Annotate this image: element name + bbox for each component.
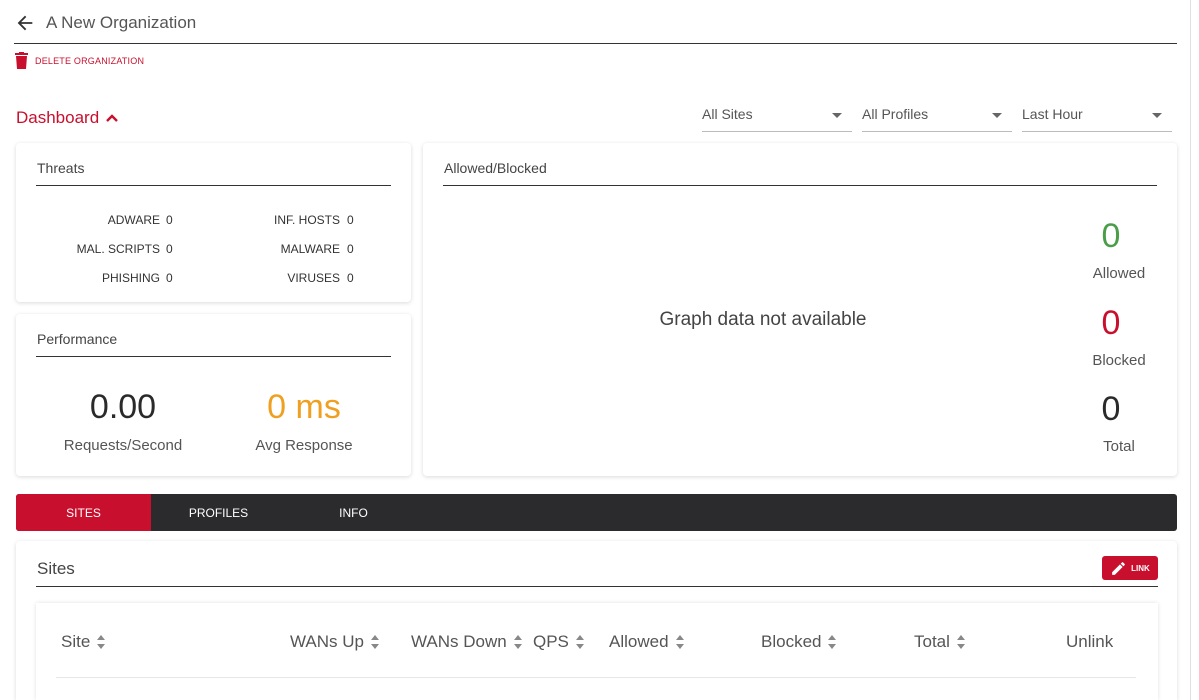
requests-per-second-label: Requests/Second <box>63 437 183 454</box>
delete-organization-button[interactable]: DELETE ORGANIZATION <box>15 52 144 69</box>
threat-value-adware: 0 <box>166 213 173 227</box>
profiles-filter-value: All Profiles <box>862 106 929 122</box>
sort-icon <box>675 635 684 649</box>
threat-label-viruses: VIRUSES <box>287 271 340 285</box>
requests-per-second-value: 0.00 <box>89 388 157 426</box>
threat-label-phishing: PHISHING <box>101 271 160 285</box>
sort-icon <box>371 635 379 649</box>
allowed-count: 0 <box>1101 217 1121 255</box>
sort-icon <box>828 635 837 649</box>
sites-table: Site WANs Up WANs Down QPS Allowed Block… <box>36 603 1158 700</box>
threat-value-phishing: 0 <box>166 271 173 285</box>
column-header-allowed-label: Allowed <box>609 632 669 651</box>
time-filter-value: Last Hour <box>1022 106 1083 122</box>
threat-label-adware: ADWARE <box>107 213 160 227</box>
column-header-wans-up-label: WANs Up <box>290 632 364 651</box>
allowed-blocked-card: Allowed/Blocked Graph data not available… <box>423 143 1177 476</box>
allowed-blocked-rule <box>443 185 1157 186</box>
threats-card: Threats ADWARE 0 INF. HOSTS 0 MAL. SCRIP… <box>16 143 411 302</box>
avg-response-value: 0 ms <box>267 388 341 426</box>
column-header-unlink: Unlink <box>1066 632 1113 652</box>
performance-card: Performance 0.00 Requests/Second 0 ms Av… <box>16 314 411 476</box>
threat-label-mal-scripts: MAL. SCRIPTS <box>76 242 160 256</box>
allowed-label: Allowed <box>1092 265 1146 282</box>
tab-sites[interactable]: SITES <box>16 494 151 531</box>
sort-icon <box>956 635 965 649</box>
sites-card: Sites LINK Site WANs Up WANs Down QPS Al… <box>16 541 1177 700</box>
link-site-button[interactable]: LINK <box>1102 556 1158 580</box>
avg-response-label: Avg Response <box>255 437 353 454</box>
caret-down-icon <box>832 113 842 118</box>
dashboard-toggle[interactable]: Dashboard <box>16 108 119 128</box>
threat-value-inf-hosts: 0 <box>347 213 354 227</box>
column-header-wans-up[interactable]: WANs Up <box>290 632 379 652</box>
table-header-rule <box>56 677 1136 678</box>
column-header-site-label: Site <box>61 632 91 651</box>
delete-organization-label: DELETE ORGANIZATION <box>35 55 145 66</box>
column-header-total[interactable]: Total <box>914 632 965 652</box>
graph-no-data-message: Graph data not available <box>659 309 867 330</box>
page-header: A New Organization DELETE ORGANIZATION <box>0 0 1199 90</box>
threat-label-inf-hosts: INF. HOSTS <box>273 213 340 227</box>
threats-rule <box>36 185 391 186</box>
blocked-count: 0 <box>1101 304 1121 342</box>
time-filter-select[interactable]: Last Hour <box>1022 98 1172 132</box>
column-header-blocked-label: Blocked <box>761 632 822 651</box>
sites-rule <box>36 586 1158 587</box>
sort-icon <box>513 635 522 649</box>
column-header-total-label: Total <box>914 632 950 651</box>
tab-bar: SITES PROFILES INFO <box>16 494 1177 531</box>
tab-info[interactable]: INFO <box>286 494 421 531</box>
threat-value-viruses: 0 <box>347 271 354 285</box>
allowed-blocked-title: Allowed/Blocked <box>444 160 547 176</box>
caret-down-icon <box>992 113 1002 118</box>
column-header-site[interactable]: Site <box>61 632 106 652</box>
page-title: A New Organization <box>46 13 197 32</box>
sites-filter-value: All Sites <box>702 106 753 122</box>
performance-rule <box>36 356 391 357</box>
dashboard-label: Dashboard <box>16 108 100 127</box>
scrollbar-track[interactable] <box>1190 0 1199 700</box>
profiles-filter-select[interactable]: All Profiles <box>862 98 1012 132</box>
column-header-qps[interactable]: QPS <box>533 632 584 652</box>
sites-title: Sites <box>37 559 75 578</box>
tab-profiles[interactable]: PROFILES <box>151 494 286 531</box>
performance-title: Performance <box>37 331 118 347</box>
threats-title: Threats <box>37 160 85 176</box>
title-underline <box>14 43 1177 44</box>
total-count: 0 <box>1101 390 1121 428</box>
threat-label-malware: MALWARE <box>280 242 340 256</box>
chevron-up-icon <box>106 114 119 122</box>
pencil-icon <box>1112 561 1126 575</box>
trash-icon <box>15 52 28 69</box>
threat-value-malware: 0 <box>347 242 354 256</box>
column-header-qps-label: QPS <box>533 632 569 651</box>
column-header-unlink-label: Unlink <box>1066 632 1114 651</box>
sort-icon <box>97 635 106 649</box>
column-header-blocked[interactable]: Blocked <box>761 632 837 652</box>
link-button-label: LINK <box>1131 563 1150 573</box>
threat-value-mal-scripts: 0 <box>166 242 173 256</box>
column-header-allowed[interactable]: Allowed <box>609 632 684 652</box>
sites-filter-select[interactable]: All Sites <box>702 98 852 132</box>
arrow-left-icon[interactable] <box>14 12 36 34</box>
column-header-wans-down-label: WANs Down <box>411 632 507 651</box>
column-header-wans-down[interactable]: WANs Down <box>411 632 522 652</box>
caret-down-icon <box>1152 113 1162 118</box>
total-label: Total <box>1103 438 1135 455</box>
blocked-label: Blocked <box>1092 352 1146 369</box>
sort-icon <box>575 635 584 649</box>
